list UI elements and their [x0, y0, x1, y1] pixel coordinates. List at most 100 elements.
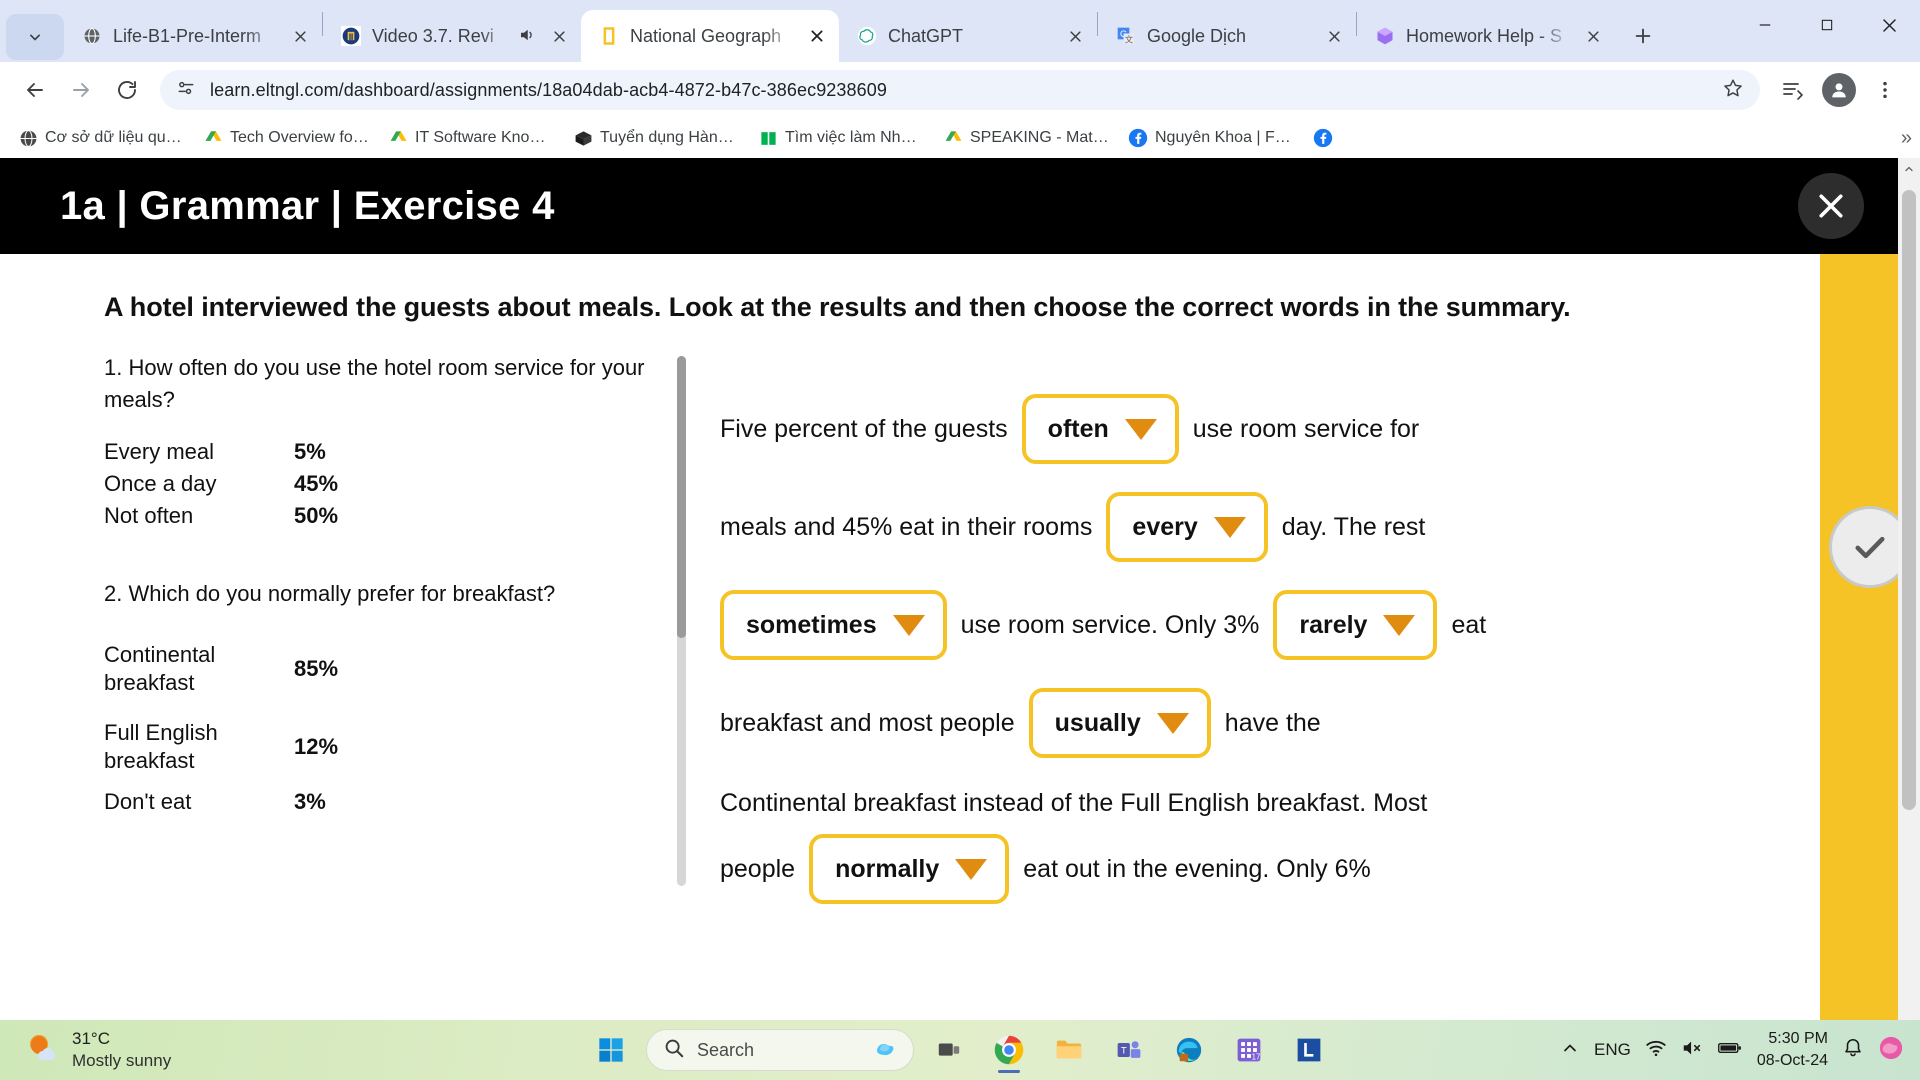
tab-close-icon[interactable] [288, 24, 312, 48]
close-window-button[interactable] [1858, 0, 1920, 50]
microsoft-edge-button[interactable] [1164, 1025, 1214, 1075]
exercise-header: 1a | Grammar | Exercise 4 [0, 158, 1920, 254]
calendar-17-icon: 17 [1237, 1038, 1261, 1062]
survey-row: Every meal 5% [104, 436, 670, 468]
survey-scrollbar-thumb[interactable] [677, 356, 686, 639]
bookmark-item[interactable]: Tìm việc làm Nhân s... [750, 124, 933, 152]
language-indicator[interactable]: ENG [1594, 1040, 1631, 1060]
summary-text: use room service for [1192, 415, 1420, 444]
tab-close-icon[interactable] [1063, 24, 1087, 48]
tab-close-icon[interactable] [805, 24, 829, 48]
survey-row: Continental breakfast 85% [104, 630, 670, 708]
chevron-down-icon [955, 858, 988, 880]
bookmark-item[interactable]: IT Software Knowle... [380, 124, 563, 152]
new-tab-button[interactable] [1623, 16, 1663, 56]
battery-icon[interactable] [1717, 1037, 1743, 1064]
survey-scrollbar[interactable] [677, 356, 686, 887]
back-button[interactable] [14, 69, 56, 111]
bookmark-item[interactable] [1305, 124, 1348, 152]
minimize-button[interactable] [1734, 0, 1796, 50]
svg-text:文: 文 [1125, 35, 1134, 45]
tab-2[interactable]: National Geograph [581, 10, 839, 62]
calendar-button[interactable]: 17 [1224, 1025, 1274, 1075]
tab-1[interactable]: Video 3.7. Revi [323, 10, 581, 62]
gap-dropdown-4[interactable]: rarely [1273, 590, 1438, 661]
bookmark-item[interactable]: SPEAKING - Mat Cla... [935, 124, 1118, 152]
clock[interactable]: 5:30 PM 08-Oct-24 [1757, 1028, 1828, 1071]
summary-text: meals and 45% eat in their rooms [720, 513, 1093, 542]
profile-button[interactable] [1818, 69, 1860, 111]
page-title: 1a | Grammar | Exercise 4 [60, 183, 555, 228]
bookmark-item[interactable]: Cơ sở dữ liệu quốc... [10, 124, 193, 152]
tab-search-button[interactable] [6, 14, 64, 60]
survey-row-label: Don't eat [104, 788, 192, 814]
bookmark-item[interactable]: Tuyển dụng Hành c... [565, 124, 748, 152]
weather-widget[interactable]: 31°C Mostly sunny [0, 1028, 171, 1072]
tab-title: Life-B1-Pre-Interm [113, 26, 262, 46]
gap-value: normally [835, 855, 940, 884]
chrome-taskbar-button[interactable] [984, 1025, 1034, 1075]
tab-0[interactable]: Life-B1-Pre-Interm [64, 10, 322, 62]
gap-value: often [1047, 415, 1109, 444]
reload-button[interactable] [106, 69, 148, 111]
survey-question: 1. How often do you use the hotel room s… [104, 355, 645, 413]
tab-3[interactable]: ChatGPT [839, 10, 1097, 62]
bookmark-star-icon[interactable] [1722, 77, 1744, 104]
gap-dropdown-1[interactable]: often [1021, 394, 1179, 465]
reading-list-button[interactable] [1772, 69, 1814, 111]
page-scrollbar[interactable] [1898, 158, 1920, 1020]
survey-row-label: Once a day [104, 471, 217, 496]
svg-text:T: T [1121, 1046, 1127, 1057]
bookmark-label: Tìm việc làm Nhân s... [785, 129, 925, 146]
forward-arrow-icon [73, 83, 89, 97]
survey-row-value: 45% [294, 471, 339, 496]
site-settings-icon[interactable] [176, 78, 196, 103]
bookmark-item[interactable]: Tech Overview for H... [195, 124, 378, 152]
gap-dropdown-6[interactable]: normally [809, 834, 1010, 905]
tab-title: Homework Help - S [1406, 26, 1563, 46]
forward-button[interactable] [60, 69, 102, 111]
close-exercise-button[interactable] [1798, 173, 1864, 239]
chrome-icon [994, 1035, 1024, 1065]
lightshot-l-icon [1297, 1038, 1321, 1062]
search-input[interactable]: Search [646, 1029, 914, 1071]
facebook-icon [1128, 128, 1148, 148]
copilot-tray-icon[interactable] [1878, 1035, 1904, 1066]
tab-title: Google Dịch [1147, 26, 1247, 46]
gap-dropdown-3[interactable]: sometimes [720, 590, 947, 661]
lightshot-button[interactable] [1284, 1025, 1334, 1075]
gap-dropdown-2[interactable]: every [1106, 492, 1268, 563]
browser-toolbar: learn.eltngl.com/dashboard/assignments/1… [0, 62, 1920, 118]
page-scrollbar-thumb[interactable] [1902, 190, 1916, 810]
bookmark-item[interactable]: Nguyên Khoa | Face... [1120, 124, 1303, 152]
search-placeholder: Search [697, 1039, 755, 1060]
bookmarks-overflow-button[interactable]: » [1901, 127, 1912, 150]
bookmark-label: Tuyển dụng Hành c... [600, 129, 740, 146]
tab-4[interactable]: G文 Google Dịch [1098, 10, 1356, 62]
tab-close-icon[interactable] [547, 24, 571, 48]
show-hidden-icons-button[interactable] [1560, 1038, 1580, 1063]
task-view-button[interactable] [924, 1025, 974, 1075]
microsoft-teams-button[interactable]: T [1104, 1025, 1154, 1075]
summary-text: breakfast and most people [720, 709, 1015, 738]
scroll-up-button[interactable] [1898, 158, 1920, 180]
window-controls [1734, 0, 1920, 50]
copilot-icon[interactable] [873, 1036, 897, 1065]
address-bar[interactable]: learn.eltngl.com/dashboard/assignments/1… [160, 70, 1760, 110]
browser-menu-button[interactable] [1864, 69, 1906, 111]
tab-audio-icon[interactable] [518, 26, 538, 46]
gap-dropdown-5[interactable]: usually [1028, 688, 1211, 759]
tab-5[interactable]: Homework Help - S [1357, 10, 1615, 62]
gap-value: rarely [1299, 611, 1368, 640]
file-explorer-button[interactable] [1044, 1025, 1094, 1075]
maximize-button[interactable] [1796, 0, 1858, 50]
notification-button[interactable] [1842, 1037, 1864, 1064]
volume-muted-icon[interactable] [1681, 1037, 1703, 1064]
tab-close-icon[interactable] [1322, 24, 1346, 48]
tab-close-icon[interactable] [1581, 24, 1605, 48]
weather-condition: Mostly sunny [72, 1051, 172, 1070]
wifi-icon[interactable] [1645, 1037, 1667, 1064]
bookmark-label: SPEAKING - Mat Cla... [970, 129, 1110, 146]
close-icon [1882, 18, 1896, 32]
start-button[interactable] [586, 1025, 636, 1075]
